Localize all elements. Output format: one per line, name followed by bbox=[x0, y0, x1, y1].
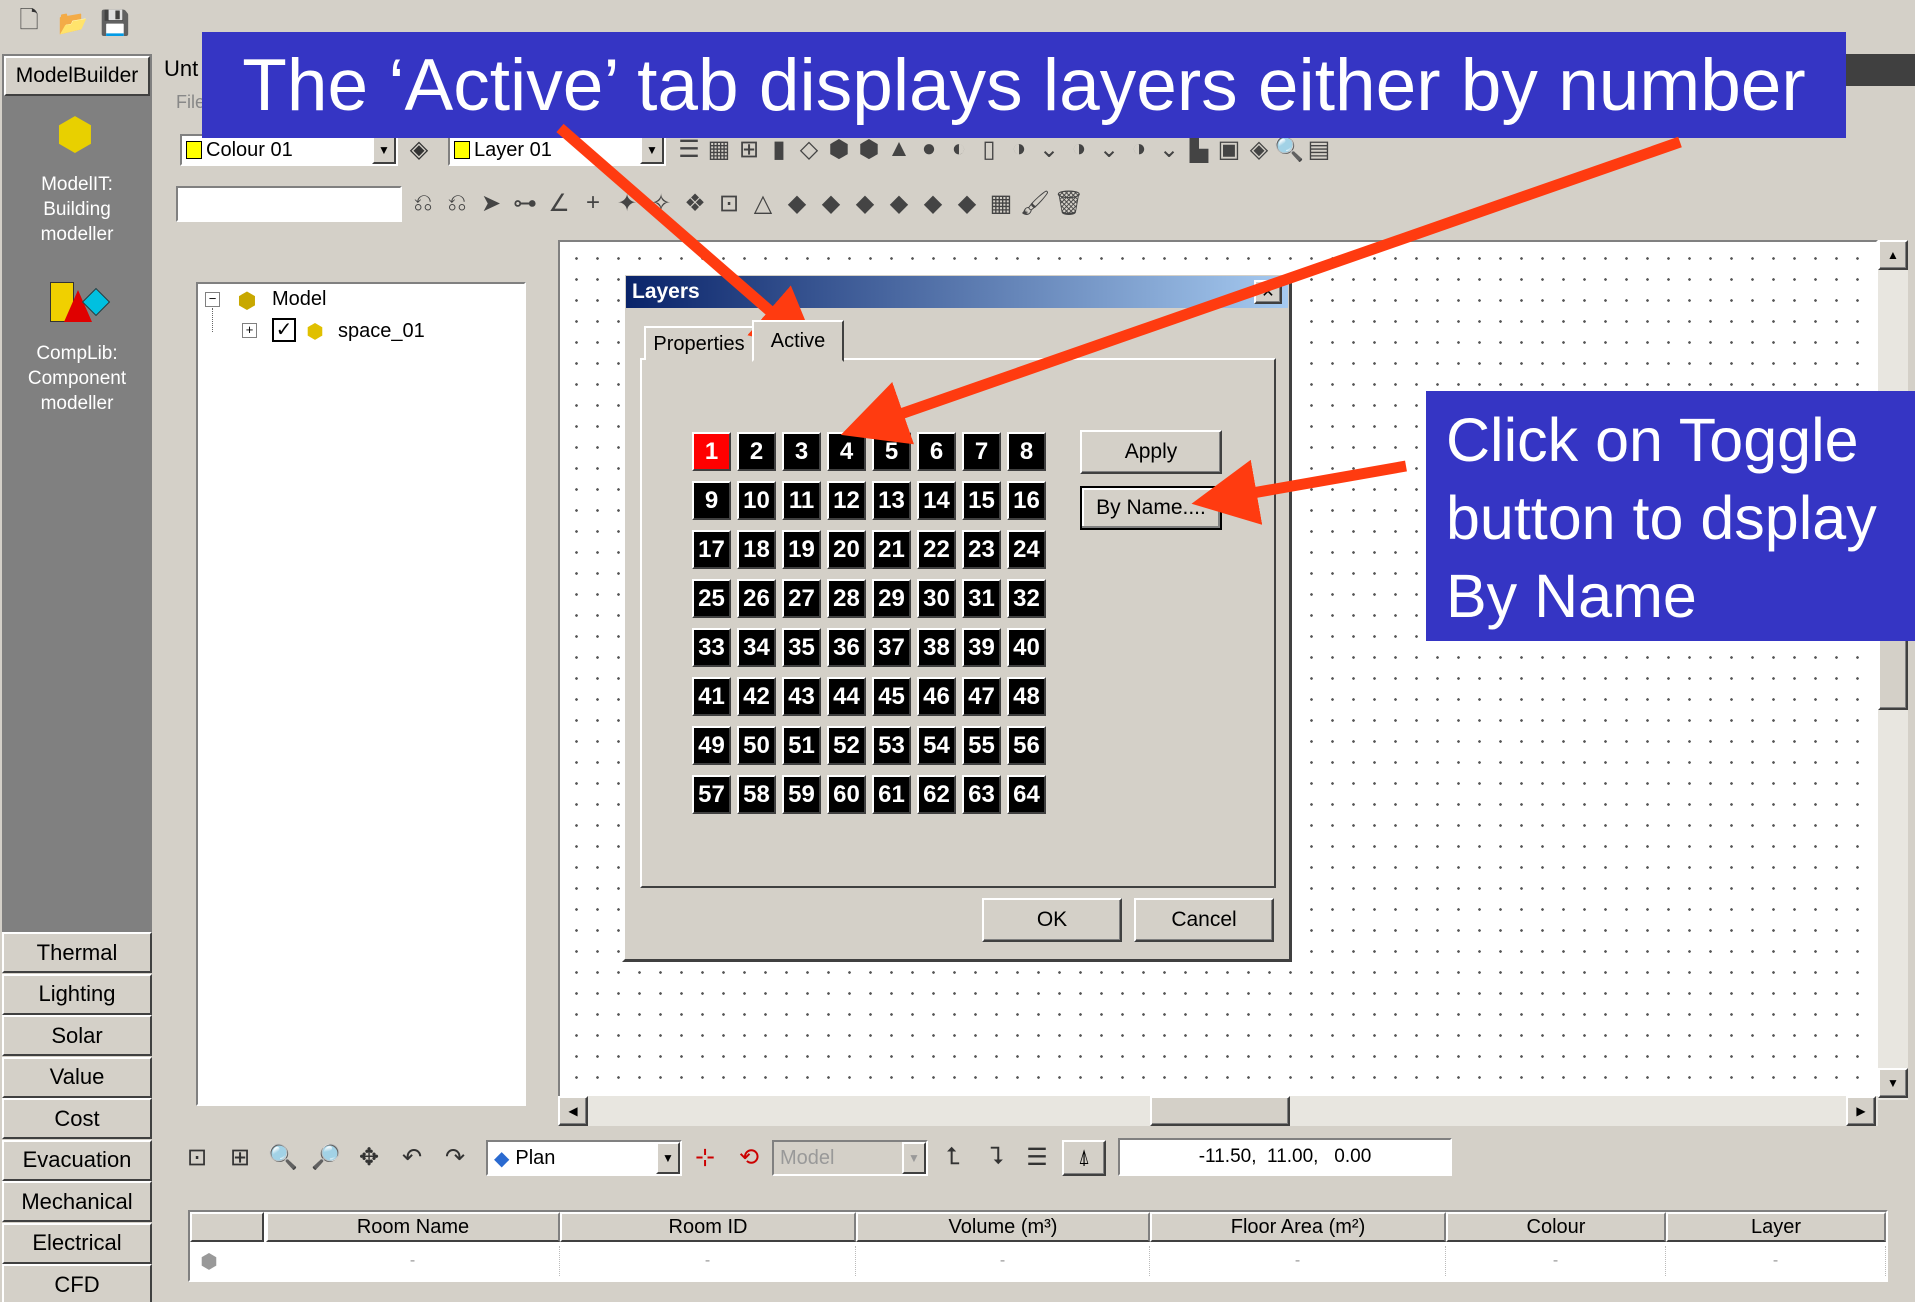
arrow-to-active-tab bbox=[556, 123, 819, 354]
annotation-arrows bbox=[556, 123, 1682, 525]
arrow-to-layer-grid bbox=[840, 136, 1682, 445]
tab-active[interactable]: Active bbox=[752, 320, 844, 362]
arrow-to-by-name-button bbox=[1191, 459, 1407, 525]
